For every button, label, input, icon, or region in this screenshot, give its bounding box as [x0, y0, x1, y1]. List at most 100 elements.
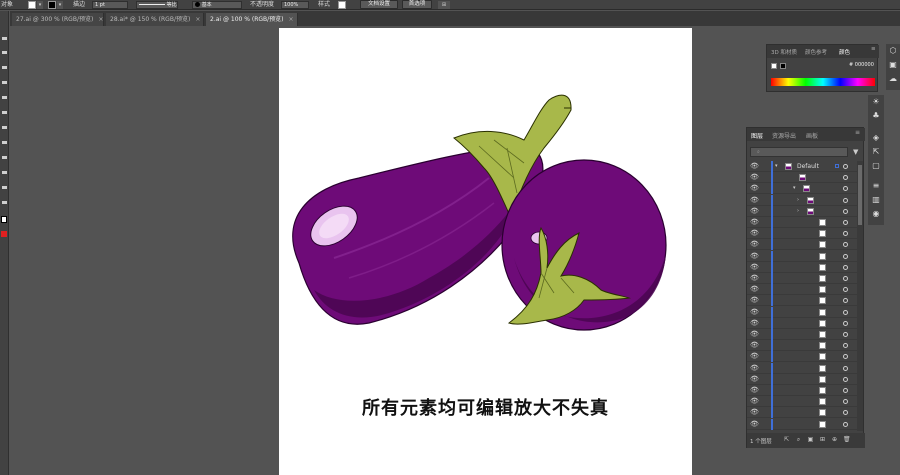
arrange-icon[interactable]: ⊞ — [438, 1, 450, 9]
target-circle-icon[interactable] — [843, 186, 848, 192]
close-icon[interactable]: × — [195, 16, 200, 23]
target-circle-icon[interactable] — [843, 388, 848, 393]
type-tool-icon[interactable] — [2, 81, 7, 84]
target-circle-icon[interactable] — [843, 242, 848, 248]
layer-row[interactable]: 👁 — [747, 217, 857, 228]
stroke-dropdown-icon[interactable]: ▾ — [57, 1, 63, 9]
layer-name[interactable]: Default — [797, 162, 819, 171]
libraries-icon[interactable]: ☁ — [888, 74, 898, 84]
tab-27-ai[interactable]: 27.ai @ 300 % (RGB/预览) × — [12, 13, 104, 26]
line-tool-icon[interactable] — [2, 96, 7, 99]
document-setup-button[interactable]: 文档设置 — [360, 0, 398, 9]
expand-toggle-icon[interactable]: ▾ — [793, 184, 796, 193]
preferences-button[interactable]: 首选项 — [402, 0, 432, 9]
visibility-eye-icon[interactable]: 👁 — [750, 285, 759, 293]
target-circle-icon[interactable] — [843, 332, 848, 337]
visibility-eye-icon[interactable]: 👁 — [750, 319, 759, 327]
layer-row[interactable]: 👁 — [747, 172, 857, 184]
fill-dropdown-icon[interactable]: ▾ — [37, 1, 43, 9]
visibility-eye-icon[interactable]: 👁 — [750, 184, 759, 192]
target-circle-icon[interactable] — [843, 276, 848, 281]
search-icon[interactable]: ⌕ — [795, 436, 802, 444]
close-icon[interactable]: × — [98, 16, 103, 23]
shape-icon[interactable]: ⬡ — [888, 46, 898, 56]
target-circle-icon[interactable] — [843, 175, 848, 181]
target-circle-icon[interactable] — [843, 253, 848, 259]
tab-layers[interactable]: 图层 — [751, 131, 763, 140]
filter-icon[interactable]: ▼ — [853, 147, 861, 157]
selection-indicator[interactable] — [835, 164, 839, 168]
delete-icon[interactable]: 🗑 — [843, 436, 851, 444]
layer-row[interactable]: 👁 — [747, 250, 857, 262]
rotate-tool-icon[interactable] — [2, 141, 7, 144]
artboard[interactable]: 所有元素均可编辑放大不失真 — [279, 28, 692, 475]
export-icon[interactable]: ⇱ — [783, 436, 790, 444]
layer-row[interactable]: 👁 — [747, 373, 857, 385]
target-circle-icon[interactable] — [843, 421, 848, 427]
visibility-eye-icon[interactable]: 👁 — [750, 420, 759, 428]
visibility-eye-icon[interactable]: 👁 — [750, 196, 759, 204]
export-icon[interactable]: ⇱ — [871, 147, 881, 157]
opacity-label[interactable]: 不透明度 — [250, 1, 274, 9]
visibility-eye-icon[interactable]: 👁 — [750, 352, 759, 360]
visibility-eye-icon[interactable]: 👁 — [750, 408, 759, 416]
layer-row[interactable]: 👁 — [747, 295, 857, 307]
layer-row[interactable]: 👁 — [747, 306, 857, 318]
tab-color-guide[interactable]: 颜色参考 — [805, 48, 827, 56]
layers-scrollbar[interactable] — [857, 161, 863, 431]
stroke-swatch[interactable] — [48, 1, 56, 9]
target-circle-icon[interactable] — [843, 410, 848, 416]
target-circle-icon[interactable] — [843, 343, 848, 349]
target-circle-icon[interactable] — [843, 399, 848, 405]
layer-row[interactable]: 👁 — [747, 239, 857, 251]
color-spectrum[interactable] — [771, 78, 875, 86]
layer-row[interactable]: 👁 — [747, 284, 857, 296]
target-circle-icon[interactable] — [843, 365, 848, 371]
layer-row[interactable]: 👁 › — [747, 205, 857, 217]
pathfinder-icon[interactable]: ◉ — [871, 209, 881, 219]
visibility-eye-icon[interactable]: 👁 — [750, 240, 759, 248]
visibility-eye-icon[interactable]: 👁 — [750, 386, 759, 394]
brush-dropdown[interactable]: 基本 — [192, 1, 242, 9]
tab-color[interactable]: 颜色 — [839, 48, 850, 56]
visibility-eye-icon[interactable]: 👁 — [750, 397, 759, 405]
layer-row[interactable]: 👁 — [747, 261, 857, 273]
visibility-eye-icon[interactable]: 👁 — [750, 252, 759, 260]
target-circle-icon[interactable] — [843, 164, 848, 169]
layer-search-input[interactable]: ⌕ — [750, 147, 848, 157]
scale-tool-icon[interactable] — [2, 156, 7, 159]
hand-tool-icon[interactable] — [2, 201, 7, 204]
layer-row[interactable]: 👁 — [747, 273, 857, 284]
close-icon[interactable]: × — [289, 16, 294, 23]
layer-row-default[interactable]: 👁 ▾ Default — [747, 161, 857, 172]
tab-28-ai[interactable]: 28.ai* @ 150 % (RGB/预览) × — [106, 13, 204, 26]
visibility-eye-icon[interactable]: 👁 — [750, 173, 759, 181]
panel-menu-icon[interactable]: ≡ — [855, 129, 860, 136]
image-icon[interactable]: ▣ — [888, 60, 898, 70]
target-circle-icon[interactable] — [843, 298, 848, 304]
layer-row[interactable]: 👁 — [747, 418, 857, 430]
fill-swatch[interactable] — [28, 1, 36, 9]
clip-mask-icon[interactable]: ▣ — [807, 436, 814, 444]
rectangle-tool-icon[interactable] — [2, 111, 7, 114]
opacity-field[interactable]: 100% — [281, 1, 309, 9]
align-icon[interactable]: ≡ — [871, 181, 881, 191]
stroke-profile-dropdown[interactable]: 等比 — [136, 1, 178, 9]
visibility-eye-icon[interactable]: 👁 — [750, 375, 759, 383]
gradient-tool-icon[interactable] — [2, 171, 7, 174]
target-circle-icon[interactable] — [843, 287, 848, 293]
layer-row[interactable]: 👁 ▾ — [747, 183, 857, 195]
expand-toggle-icon[interactable]: › — [797, 207, 799, 216]
visibility-eye-icon[interactable]: 👁 — [750, 330, 759, 338]
target-circle-icon[interactable] — [843, 376, 848, 382]
tab-2-ai[interactable]: 2.ai @ 100 % (RGB/预览) × — [206, 13, 298, 26]
layer-row[interactable]: 👁 — [747, 407, 857, 419]
expand-toggle-icon[interactable]: › — [797, 196, 799, 205]
layer-row[interactable]: 👁 — [747, 317, 857, 329]
layer-row[interactable]: 👁 — [747, 340, 857, 352]
pen-tool-icon[interactable] — [2, 66, 7, 69]
scrollbar-thumb[interactable] — [858, 165, 862, 225]
layer-row[interactable]: 👁 — [747, 362, 857, 374]
visibility-eye-icon[interactable]: 👁 — [750, 162, 759, 170]
brush-tool-icon[interactable] — [2, 126, 7, 129]
